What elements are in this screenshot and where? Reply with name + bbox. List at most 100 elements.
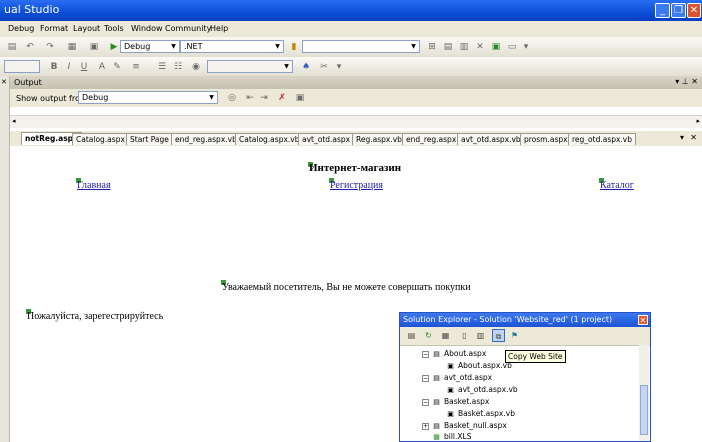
close-button[interactable]: ✕ [687,3,701,18]
start-debug-icon[interactable]: ▶ [108,41,120,53]
tree-item-label: avt_otd.aspx [444,373,493,382]
tree-item[interactable]: − ▤ About.aspx [422,349,486,359]
tree-item[interactable]: + ▤ Basket_null.aspx [422,421,507,431]
output-source-combo[interactable]: Debug ▼ [78,91,218,104]
menu-tools[interactable]: Tools [104,24,124,33]
tab-avt-otd-aspx[interactable]: avt_otd.aspx [298,133,355,145]
numbered-list-icon[interactable]: ☷ [172,61,184,73]
register-prompt: Пожалуйста, зарегестрируйтесь [27,311,164,322]
tab-reg-aspx-vb[interactable]: Reg.aspx.vb [352,133,406,145]
platform-value: .NET [184,42,203,51]
minimize-button[interactable]: _ [655,3,670,18]
link-home[interactable]: Главная [77,180,111,191]
tab-reg-otd-aspx-vb[interactable]: reg_otd.aspx.vb [568,133,637,145]
configuration-combo[interactable]: Debug ▼ [120,40,180,53]
menu-debug[interactable]: Debug [8,24,34,33]
tab-start-page[interactable]: Start Page [126,133,173,145]
word-wrap-icon[interactable]: ▣ [294,92,306,104]
view-designer-icon[interactable]: ▥ [474,329,487,342]
refresh-icon[interactable]: ↻ [422,329,435,342]
tab-avt-otd-aspx-vb[interactable]: avt_otd.aspx.vb [457,133,525,145]
bold-icon[interactable]: B [48,61,60,73]
next-message-icon[interactable]: ⇥ [258,92,270,104]
tree-item[interactable]: − ▤ Basket.aspx [422,397,489,407]
hyperlink-icon[interactable]: ◉ [190,61,202,73]
toolbox-icon[interactable]: ✕ [474,41,486,53]
copy-icon[interactable]: ▤ [6,41,18,53]
font-color-icon[interactable]: A [96,61,108,73]
asp-config-icon[interactable]: ⚑ [508,329,521,342]
object-browser-icon[interactable]: ▣ [490,41,502,53]
title-bar: ual Studio _ ❐ ✕ [0,0,702,21]
scroll-left-icon[interactable]: ◂ [12,117,16,125]
close-document-icon[interactable]: ✕ [690,133,697,142]
link-register[interactable]: Регистрация [330,180,383,191]
align-icon[interactable]: ≡ [130,61,142,73]
prev-message-icon[interactable]: ⇤ [244,92,256,104]
collapse-icon[interactable]: − [422,350,429,358]
platform-combo[interactable]: .NET ▼ [180,40,284,53]
link-catalog[interactable]: Каталог [600,180,634,191]
save-icon[interactable]: ▣ [88,41,100,53]
clear-format-icon[interactable]: ✂ [318,61,330,73]
format-painter-icon[interactable]: ♠ [300,61,312,73]
solution-explorer-icon[interactable]: ▤ [442,41,454,53]
font-combo[interactable]: ▼ [207,60,293,73]
panel-pin-icon[interactable]: ▾ ⊥ ✕ [675,77,698,86]
scrollbar-thumb[interactable] [640,385,648,435]
tab-prosm-aspx[interactable]: prosm.aspx [520,133,572,145]
redo-icon[interactable]: ↷ [44,41,56,53]
menu-help[interactable]: Help [210,24,228,33]
tab-list-icon[interactable]: ▾ [680,133,684,142]
tree-item-label: Basket.aspx [444,397,490,406]
bulleted-list-icon[interactable]: ☰ [156,61,168,73]
clear-all-icon[interactable]: ✗ [276,92,288,104]
find-message-icon[interactable]: ◎ [226,92,238,104]
menu-community[interactable]: Community [165,24,211,33]
tab-catalog-aspx[interactable]: Catalog.aspx [72,133,129,145]
scroll-right-icon[interactable]: ▸ [696,117,700,125]
style-combo[interactable] [4,60,40,73]
solution-explorer-scrollbar[interactable] [639,345,649,441]
start-page-icon[interactable]: ▭ [506,41,518,53]
tab-catalog-aspx-vb[interactable]: Catalog.aspx.vb [235,133,304,145]
toolbox-strip[interactable]: ✕ [0,76,10,442]
tab-end-reg-aspx[interactable]: end_reg.aspx [402,133,461,145]
view-code-icon[interactable]: ▯ [458,329,471,342]
tree-item[interactable]: ▣ About.aspx.vb [446,361,512,371]
tab-end-reg-aspx-vb[interactable]: end_reg.aspx.vb [171,133,241,145]
toolbar-options-icon[interactable]: ▾ [333,61,345,73]
collapse-icon[interactable]: − [422,374,429,382]
vb-file-icon: ▣ [447,409,454,418]
find-icon[interactable]: ▮ [288,41,300,53]
close-icon[interactable]: ✕ [1,78,7,86]
chevron-down-icon: ▼ [284,63,289,70]
menu-format[interactable]: Format [40,24,68,33]
nest-files-icon[interactable]: ▦ [439,329,452,342]
restore-button[interactable]: ❐ [671,3,686,18]
expand-icon[interactable]: + [422,422,429,430]
tree-item[interactable]: ▣ Basket.aspx.vb [446,409,515,419]
italic-icon[interactable]: I [63,61,75,73]
tree-item[interactable]: − ▤ avt_otd.aspx [422,373,492,383]
solution-explorer-window: Solution Explorer - Solution 'Website_re… [399,312,651,442]
menu-layout[interactable]: Layout [73,24,100,33]
output-horizontal-scrollbar[interactable]: ◂ ▸ [10,115,702,128]
toolbar-options-icon[interactable]: ▾ [520,41,532,53]
navigate-icon[interactable]: ▦ [66,41,78,53]
undo-icon[interactable]: ↶ [24,41,36,53]
highlight-icon[interactable]: ✎ [111,61,123,73]
tree-item[interactable]: ▣ avt_otd.aspx.vb [446,385,518,395]
find-combo[interactable]: ▼ [302,40,420,53]
collapse-icon[interactable]: − [422,398,429,406]
chevron-down-icon: ▼ [171,43,176,50]
underline-icon[interactable]: U [78,61,90,73]
close-icon[interactable]: ✕ [638,315,648,325]
menu-window[interactable]: Window [131,24,163,33]
properties-icon[interactable]: ▥ [458,41,470,53]
copy-web-site-icon[interactable]: ⧉ [492,329,505,342]
find-in-files-icon[interactable]: ⊞ [426,41,438,53]
properties-icon[interactable]: ▤ [405,329,418,342]
chevron-down-icon: ▼ [275,43,280,50]
tree-item[interactable]: ▦ bill.XLS [432,432,471,442]
